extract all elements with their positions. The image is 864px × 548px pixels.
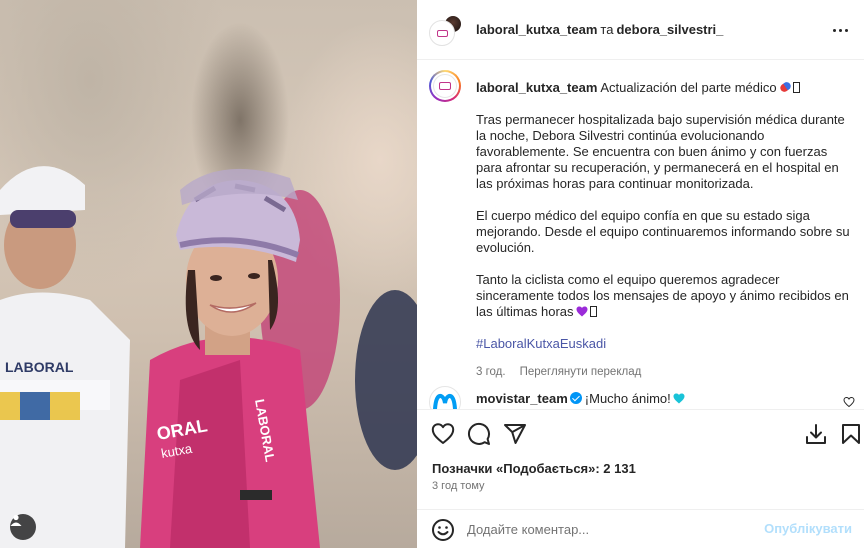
tagged-users-icon[interactable] xyxy=(10,514,36,540)
more-horizontal-icon xyxy=(832,28,836,32)
comment-composer: Опублікувати xyxy=(417,509,864,548)
comment-bubble-icon[interactable] xyxy=(467,422,491,446)
team-logo-icon xyxy=(436,29,448,37)
save-bookmark-icon[interactable] xyxy=(839,422,863,446)
movistar-logo-icon xyxy=(433,393,457,409)
pill-emoji-icon xyxy=(778,80,792,94)
verified-badge-icon xyxy=(569,392,582,404)
like-heart-icon[interactable] xyxy=(431,422,455,446)
post-photo[interactable]: LABORAL ORAL kutxa LABORAL xyxy=(0,0,417,548)
collab-avatars[interactable] xyxy=(429,14,463,48)
post-comment-button[interactable]: Опублікувати xyxy=(764,521,852,536)
see-translation-link[interactable]: Переглянути переклад xyxy=(520,366,642,378)
likes-count[interactable]: Позначки «Подобається»: 2 131 xyxy=(432,461,636,476)
team-avatar[interactable] xyxy=(429,20,455,46)
caption-paragraph-1: Tras permanecer hospitalizada bajo super… xyxy=(476,112,845,191)
team-logo-icon xyxy=(439,82,451,90)
more-options-button[interactable] xyxy=(828,20,852,40)
caption-paragraph-2: El cuerpo médico del equipo confía en qu… xyxy=(476,208,850,255)
team-logo xyxy=(433,74,457,98)
caption-meta: 3 год. Переглянути переклад xyxy=(476,364,851,380)
caption-avatar-inner xyxy=(431,72,459,100)
post-timestamp[interactable]: 3 год тому xyxy=(432,480,485,492)
comment-body: movistar_team ¡Mucho ánimo! xyxy=(476,391,685,406)
purple-heart-icon xyxy=(576,306,588,317)
collaborator-username[interactable]: debora_silvestri_ xyxy=(616,22,723,37)
caption-avatar[interactable] xyxy=(429,70,461,102)
comments-section[interactable]: laboral_kutxa_team Actualización del par… xyxy=(417,60,864,409)
cyclist-photo-illustration: LABORAL ORAL kutxa LABORAL xyxy=(0,166,417,548)
caption-username[interactable]: laboral_kutxa_team xyxy=(476,80,597,95)
hashtag-link[interactable]: #LaboralKutxaEuskadi xyxy=(476,336,606,351)
cyan-heart-icon xyxy=(673,393,685,404)
instagram-post-viewer: LABORAL ORAL kutxa LABORAL laboral_kutxa… xyxy=(0,0,864,548)
emoji-smile-icon[interactable] xyxy=(431,518,455,542)
post-authors: laboral_kutxa_team та debora_silvestri_ xyxy=(476,22,723,37)
author-username[interactable]: laboral_kutxa_team xyxy=(476,22,597,37)
svg-text:LABORAL: LABORAL xyxy=(5,359,74,375)
post-actions: Позначки «Подобається»: 2 131 3 год тому xyxy=(417,409,864,513)
caption-age[interactable]: 3 год. xyxy=(476,366,506,378)
caption-paragraph-3: Tanto la ciclista como el equipo queremo… xyxy=(476,272,851,320)
comment-text: ¡Mucho ánimo! xyxy=(584,391,671,406)
commenter-avatar[interactable] xyxy=(429,386,461,409)
more-horizontal-icon-dot xyxy=(844,28,848,32)
share-paper-plane-icon[interactable] xyxy=(503,422,527,446)
post-details-panel: laboral_kutxa_team та debora_silvestri_ la… xyxy=(417,0,864,548)
comment-like-icon[interactable] xyxy=(843,396,855,408)
author-conjunction: та xyxy=(600,22,614,37)
post-header: laboral_kutxa_team та debora_silvestri_ xyxy=(417,0,864,60)
caption-title: Actualización del parte médico xyxy=(600,80,777,95)
commenter-username[interactable]: movistar_team xyxy=(476,391,568,406)
more-horizontal-icon-dot xyxy=(838,28,842,32)
missing-glyph-icon xyxy=(589,306,597,317)
download-icon[interactable] xyxy=(804,422,828,446)
comment-input[interactable] xyxy=(467,519,767,539)
caption-hashtag-row: #LaboralKutxaEuskadi xyxy=(476,336,851,352)
caption-paragraph-3-text: Tanto la ciclista como el equipo queremo… xyxy=(476,272,849,319)
missing-glyph-icon xyxy=(792,82,800,93)
caption-body: laboral_kutxa_team Actualización del par… xyxy=(476,80,851,380)
